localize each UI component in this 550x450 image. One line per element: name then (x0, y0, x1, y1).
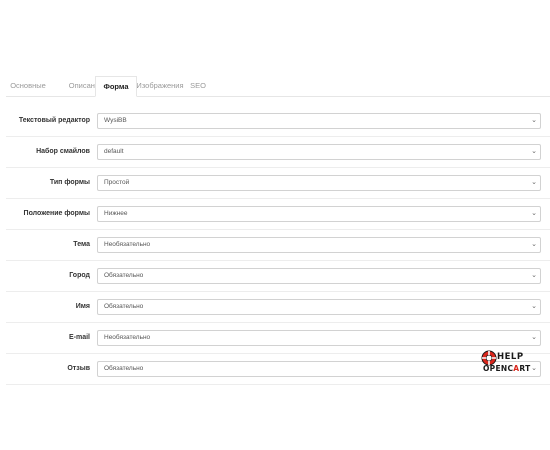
form-row-editor: Текстовый редактор WysiBB ⌄ (6, 106, 550, 137)
chevron-down-icon: ⌄ (531, 179, 537, 186)
chevron-down-icon: ⌄ (531, 303, 537, 310)
form-row-review: Отзыв Обязательно ⌄ (6, 354, 550, 385)
form-row-form-type: Тип формы Простой ⌄ (6, 168, 550, 199)
select-value: Обязательно (104, 272, 144, 279)
field-label: Текстовый редактор (18, 117, 90, 124)
form-row-smileys: Набор смайлов default ⌄ (6, 137, 550, 168)
email-select[interactable]: Необязательно ⌄ (97, 330, 541, 346)
chevron-down-icon: ⌄ (531, 210, 537, 217)
subject-select[interactable]: Необязательно ⌄ (97, 237, 541, 253)
logo-line-1: HELP (497, 352, 524, 362)
review-select[interactable]: Обязательно ⌄ (97, 361, 541, 377)
name-select[interactable]: Обязательно ⌄ (97, 299, 541, 315)
field-label: Набор смайлов (36, 148, 90, 155)
select-value: Обязательно (104, 303, 144, 310)
field-label: E-mail (68, 334, 90, 341)
text-editor-select[interactable]: WysiBB ⌄ (97, 113, 541, 129)
city-select[interactable]: Обязательно ⌄ (97, 268, 541, 284)
tab-form[interactable]: Форма (95, 76, 137, 97)
form-row-email: E-mail Необязательно ⌄ (6, 323, 550, 354)
help-opencart-logo: HELP OPENCART (481, 350, 545, 376)
chevron-down-icon: ⌄ (531, 148, 537, 155)
field-label: Имя (75, 303, 90, 310)
field-label: Тема (73, 241, 90, 248)
select-value: Необязательно (104, 241, 151, 248)
select-value: Необязательно (104, 334, 151, 341)
select-value: Простой (104, 179, 130, 186)
select-value: Обязательно (104, 365, 144, 372)
form-type-select[interactable]: Простой ⌄ (97, 175, 541, 191)
logo-line-2: OPENCART (483, 364, 531, 373)
form-row-city: Город Обязательно ⌄ (6, 261, 550, 292)
form-row-name: Имя Обязательно ⌄ (6, 292, 550, 323)
smiley-set-select[interactable]: default ⌄ (97, 144, 541, 160)
form-position-select[interactable]: Нижнее ⌄ (97, 206, 541, 222)
chevron-down-icon: ⌄ (531, 272, 537, 279)
select-value: Нижнее (104, 210, 128, 217)
tab-main[interactable]: Основные (6, 76, 50, 96)
tab-images[interactable]: Изображения (136, 76, 184, 96)
form-settings: Текстовый редактор WysiBB ⌄ Набор смайло… (6, 106, 550, 385)
chevron-down-icon: ⌄ (531, 241, 537, 248)
tab-bar: Основные Описание Форма Изображения SEO (6, 76, 550, 97)
field-label: Тип формы (49, 179, 90, 186)
form-row-subject: Тема Необязательно ⌄ (6, 230, 550, 261)
select-value: WysiBB (104, 117, 127, 124)
chevron-down-icon: ⌄ (531, 334, 537, 341)
chevron-down-icon: ⌄ (531, 117, 537, 124)
field-label: Город (69, 272, 90, 279)
field-label: Отзыв (67, 365, 90, 372)
form-row-position: Положение формы Нижнее ⌄ (6, 199, 550, 230)
field-label: Положение формы (23, 210, 90, 217)
select-value: default (104, 148, 124, 155)
tab-seo[interactable]: SEO (188, 76, 208, 96)
